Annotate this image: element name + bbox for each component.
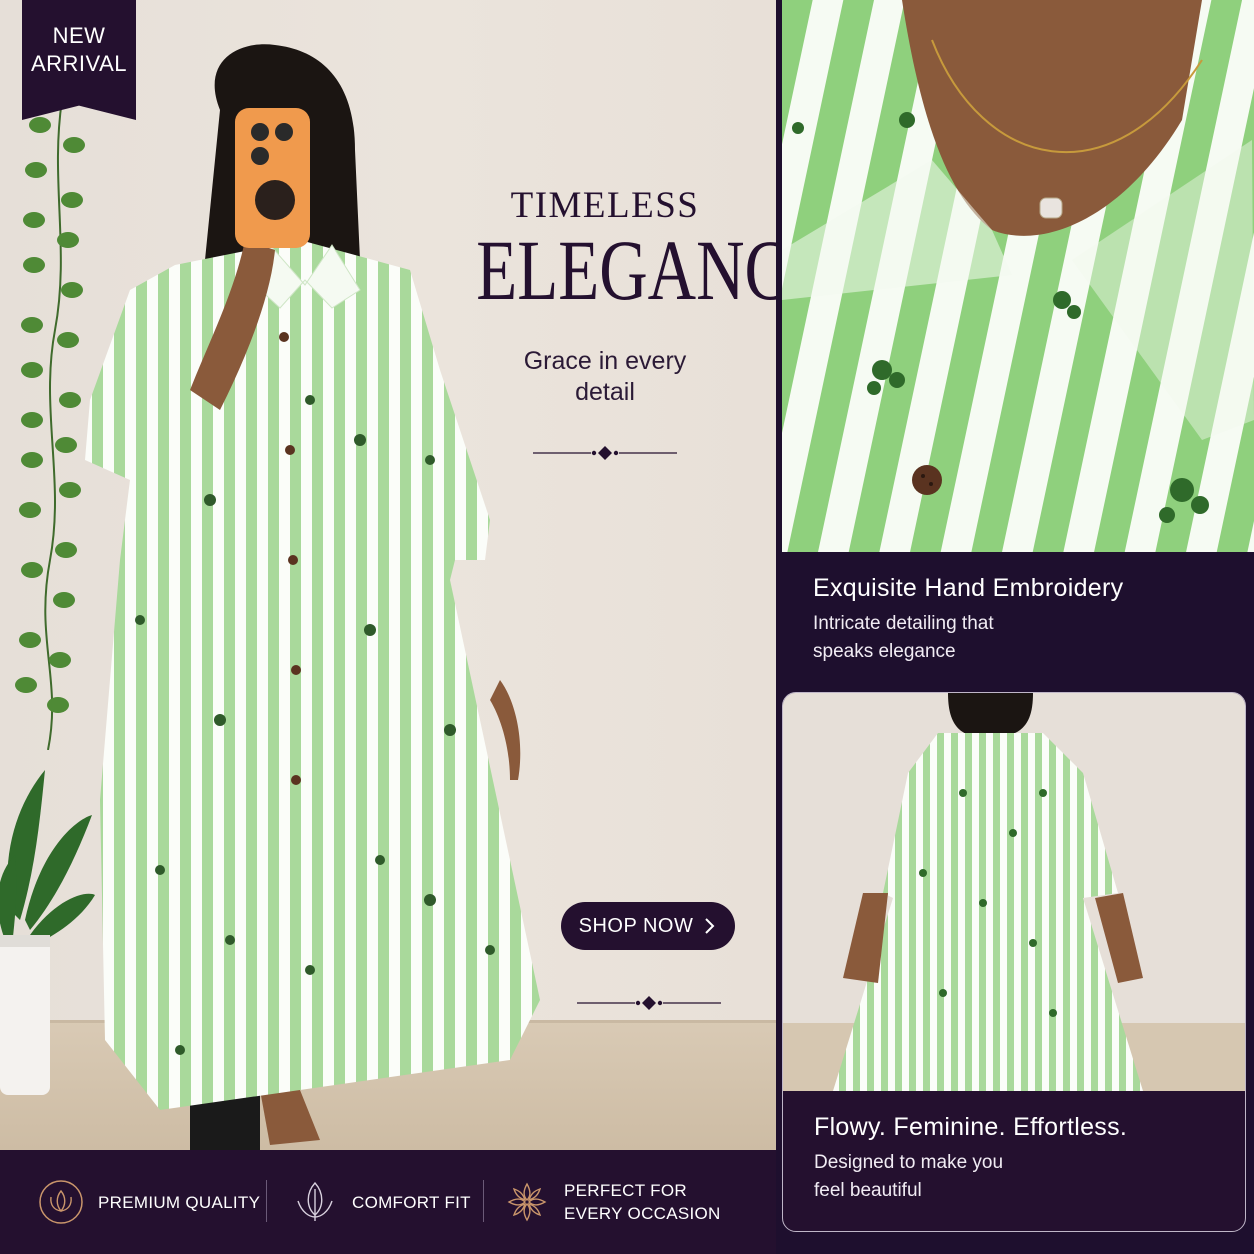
ornament-divider-bottom bbox=[577, 996, 721, 1010]
headline-subtitle: Grace in every detail bbox=[480, 346, 730, 408]
panel-2-desc-line-1: Designed to make you bbox=[814, 1152, 1004, 1173]
panel-1-title: Exquisite Hand Embroidery bbox=[813, 574, 1124, 602]
back-view-image bbox=[783, 693, 1245, 1091]
embroidery-closeup-photo bbox=[782, 0, 1254, 552]
back-view-caption: Flowy. Feminine. Effortless. Designed to… bbox=[814, 1111, 1224, 1205]
panel-2-description: Designed to make you feel beautiful bbox=[814, 1149, 1224, 1205]
panel-2-desc-line-2: feel beautiful bbox=[814, 1180, 922, 1201]
feature-3-line-1: PERFECT FOR bbox=[564, 1181, 687, 1200]
headline-small: TIMELESS bbox=[510, 185, 700, 226]
badge-line-1: NEW bbox=[52, 23, 106, 48]
new-arrival-badge: NEW ARRIVAL bbox=[22, 0, 136, 120]
subtitle-line-1: Grace in every bbox=[523, 347, 687, 375]
feature-3-line-2: EVERY OCCASION bbox=[564, 1204, 721, 1223]
ornament-divider-top bbox=[533, 446, 677, 460]
badge-line-2: ARRIVAL bbox=[30, 51, 127, 76]
collar-detail-image bbox=[782, 0, 1254, 552]
flower-icon bbox=[507, 1182, 547, 1222]
panel-1-desc-line-1: Intricate detailing that bbox=[813, 613, 994, 634]
panel-2-title: Flowy. Feminine. Effortless. bbox=[814, 1113, 1128, 1141]
headline-big: ELEGANCE bbox=[476, 222, 776, 318]
back-view-card: Flowy. Feminine. Effortless. Designed to… bbox=[782, 692, 1246, 1232]
embroidery-caption: Exquisite Hand Embroidery Intricate deta… bbox=[813, 572, 1233, 666]
shop-now-label: SHOP NOW bbox=[578, 914, 694, 937]
leaf-icon bbox=[297, 1181, 333, 1221]
feature-1-line-1: PREMIUM QUALITY bbox=[98, 1192, 261, 1212]
shop-now-button[interactable]: SHOP NOW bbox=[561, 902, 735, 950]
feature-every-occasion: PERFECT FOR EVERY OCCASION bbox=[504, 1150, 721, 1254]
hero-panel: NEW ARRIVAL TIMELESS ELEGANCE Grace in e… bbox=[0, 0, 776, 1150]
feature-premium-quality: PREMIUM QUALITY bbox=[38, 1150, 260, 1254]
feature-separator bbox=[483, 1180, 484, 1222]
feature-separator bbox=[266, 1180, 267, 1222]
feature-comfort-fit: COMFORT FIT bbox=[292, 1150, 471, 1254]
subtitle-line-2: detail bbox=[575, 378, 635, 406]
panel-1-description: Intricate detailing that speaks elegance bbox=[813, 610, 1233, 666]
chevron-right-icon bbox=[705, 918, 715, 934]
feature-2-line-1: COMFORT FIT bbox=[352, 1192, 471, 1212]
panel-1-desc-line-2: speaks elegance bbox=[813, 641, 956, 662]
features-bar: PREMIUM QUALITY COMFORT FIT PERFECT FOR … bbox=[0, 1150, 776, 1254]
lotus-icon bbox=[39, 1180, 83, 1224]
back-view-photo bbox=[783, 693, 1245, 1091]
headline: TIMELESS ELEGANCE bbox=[440, 185, 776, 318]
